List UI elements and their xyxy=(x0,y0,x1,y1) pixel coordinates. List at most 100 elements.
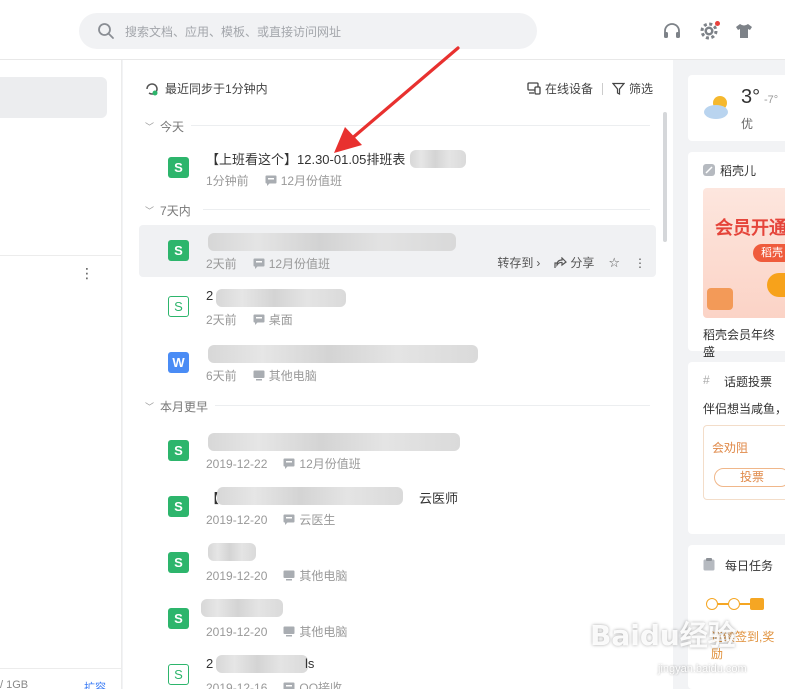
weather-card[interactable] xyxy=(688,75,785,141)
search-input[interactable]: 搜索文档、应用、模板、或直接访问网址 xyxy=(125,23,341,40)
topic-question: 伴侣想当咸鱼， xyxy=(703,402,785,416)
blurred-text xyxy=(208,433,460,451)
file-row[interactable]: S 2019-12-22 12月份值班 xyxy=(139,425,656,477)
sidebar-item-selected[interactable] xyxy=(0,77,107,118)
file-row[interactable]: S 2 2天前 桌面 xyxy=(139,281,656,333)
blurred-text xyxy=(208,233,456,251)
filter-button[interactable]: 筛选 xyxy=(612,80,653,97)
file-row[interactable]: S 2019-12-20 其他电脑 xyxy=(139,593,656,645)
file-row[interactable]: S 2天前 12月份值班 转存到 › 分享 ☆ ⋮ xyxy=(139,225,656,277)
online-devices-button[interactable]: 在线设备 xyxy=(527,80,593,97)
file-location-label: 12月份值班 xyxy=(299,457,361,471)
share-label: 分享 xyxy=(570,256,595,270)
filter-icon xyxy=(612,82,626,95)
blurred-text xyxy=(216,655,308,673)
file-location: QQ接收 xyxy=(283,679,342,689)
daily-task-title: 每日任务 xyxy=(725,559,774,573)
spreadsheet-icon: S xyxy=(168,608,189,629)
baidu-watermark-url: jingyan.baidu.com xyxy=(658,663,747,675)
spreadsheet-icon: S xyxy=(168,157,189,178)
banner-button[interactable] xyxy=(767,273,785,297)
file-location: 云医生 xyxy=(283,511,335,528)
file-location: 12月份值班 xyxy=(265,172,342,189)
spreadsheet-outline-icon: S xyxy=(168,296,189,317)
weather-low: -7° xyxy=(764,94,779,106)
spreadsheet-icon: S xyxy=(168,552,189,573)
computer-icon xyxy=(253,370,265,381)
settings-button[interactable] xyxy=(698,20,720,42)
promo-banner[interactable]: 会员开通 稻壳 xyxy=(703,188,785,318)
file-row[interactable]: S 【上班看这个】12.30-01.05排班表 1分钟前 12月份值班 xyxy=(139,142,656,194)
spreadsheet-outline-icon: S xyxy=(168,664,189,685)
checkin-step xyxy=(706,598,718,610)
group-today[interactable]: ﹀ 今天 xyxy=(145,118,184,135)
file-time: 2天前 xyxy=(206,313,237,327)
promo-caption[interactable]: 稻壳会员年终盛 xyxy=(703,326,785,360)
more-icon[interactable]: ⋮ xyxy=(634,256,646,270)
file-location-label: QQ接收 xyxy=(299,681,343,689)
skin-shirt-icon[interactable] xyxy=(733,20,755,42)
file-time: 2019-12-20 xyxy=(206,624,268,639)
file-row[interactable]: W 6天前 其他电脑 xyxy=(139,337,656,389)
file-location: 12月份值班 xyxy=(253,255,330,272)
file-location-label: 其他电脑 xyxy=(299,625,348,639)
search-box[interactable]: 搜索文档、应用、模板、或直接访问网址 xyxy=(79,13,537,49)
banner-text: 会员开通 xyxy=(715,218,785,238)
scrollbar[interactable] xyxy=(663,112,667,242)
file-meta: 2019-12-20 云医生 xyxy=(206,511,335,528)
air-quality: 优 xyxy=(741,117,754,131)
file-time: 2019-12-22 xyxy=(206,456,268,471)
chevron-down-icon: ﹀ xyxy=(145,122,155,132)
group-divider xyxy=(191,125,650,126)
checkin-connector xyxy=(718,603,728,605)
file-row[interactable]: S 【 云医师 2019-12-20 云医生 xyxy=(139,481,656,533)
spreadsheet-icon: S xyxy=(168,240,189,261)
more-icon[interactable]: ⋮ xyxy=(80,265,94,282)
headset-icon[interactable] xyxy=(661,20,683,42)
file-location-label: 其他电脑 xyxy=(299,569,348,583)
file-location: 其他电脑 xyxy=(283,567,347,584)
chevron-down-icon: ﹀ xyxy=(145,402,155,412)
vote-button[interactable]: 投票 xyxy=(714,468,785,487)
banner-pill: 稻壳 xyxy=(753,244,785,262)
storage-usage: / 1GB xyxy=(0,679,29,689)
file-time: 2天前 xyxy=(206,257,237,271)
file-meta: 2019-12-20 其他电脑 xyxy=(206,623,347,640)
blurred-text xyxy=(208,345,478,363)
move-to-label: 转存到 xyxy=(497,256,534,270)
folder-chat-icon xyxy=(283,458,295,469)
file-location: 其他电脑 xyxy=(283,623,347,640)
file-row[interactable]: S 2 ls 2019-12-16 QQ接收 xyxy=(139,649,656,689)
group-label-7days: 7天内 xyxy=(160,204,191,218)
file-name: 2 xyxy=(206,656,214,671)
spreadsheet-icon: S xyxy=(168,440,189,461)
file-row[interactable]: S 2019-12-20 其他电脑 xyxy=(139,537,656,589)
file-meta: 2019-12-16 QQ接收 xyxy=(206,679,342,689)
star-icon[interactable]: ☆ xyxy=(608,255,620,271)
checkin-step xyxy=(728,598,740,610)
file-name-suffix: ls xyxy=(305,656,315,671)
folder-chat-icon xyxy=(253,314,265,325)
expand-storage-link[interactable]: 扩容 xyxy=(84,679,106,689)
file-meta: 6天前 其他电脑 xyxy=(206,367,317,384)
clipboard-icon xyxy=(703,558,715,571)
blurred-text xyxy=(217,487,403,505)
checkin-progress xyxy=(706,598,764,610)
folder-chat-icon xyxy=(265,175,277,186)
promo-title: 稻壳儿 xyxy=(720,164,757,178)
file-meta: 2019-12-22 12月份值班 xyxy=(206,455,361,472)
blurred-text xyxy=(208,543,256,561)
group-7days[interactable]: ﹀ 7天内 xyxy=(145,202,191,219)
sidebar-bottom-divider xyxy=(0,668,122,669)
group-divider xyxy=(203,209,650,210)
list-toolbar: 在线设备 筛选 xyxy=(527,80,653,97)
file-meta: 1分钟前 12月份值班 xyxy=(206,172,342,189)
vote-option-box[interactable]: 会劝阻 投票 xyxy=(703,425,785,500)
folder-chat-icon xyxy=(253,258,265,269)
recent-files-panel: 最近同步于1分钟内 在线设备 筛选 ﹀ 今天 S 【上班看这个】12.30-01… xyxy=(123,60,673,689)
group-earlier-this-month[interactable]: ﹀ 本月更早 xyxy=(145,398,208,415)
online-devices-label: 在线设备 xyxy=(545,82,594,96)
move-to-button[interactable]: 转存到 › xyxy=(497,254,540,271)
share-button[interactable]: 分享 xyxy=(554,254,594,271)
sync-status: 最近同步于1分钟内 xyxy=(145,80,268,97)
